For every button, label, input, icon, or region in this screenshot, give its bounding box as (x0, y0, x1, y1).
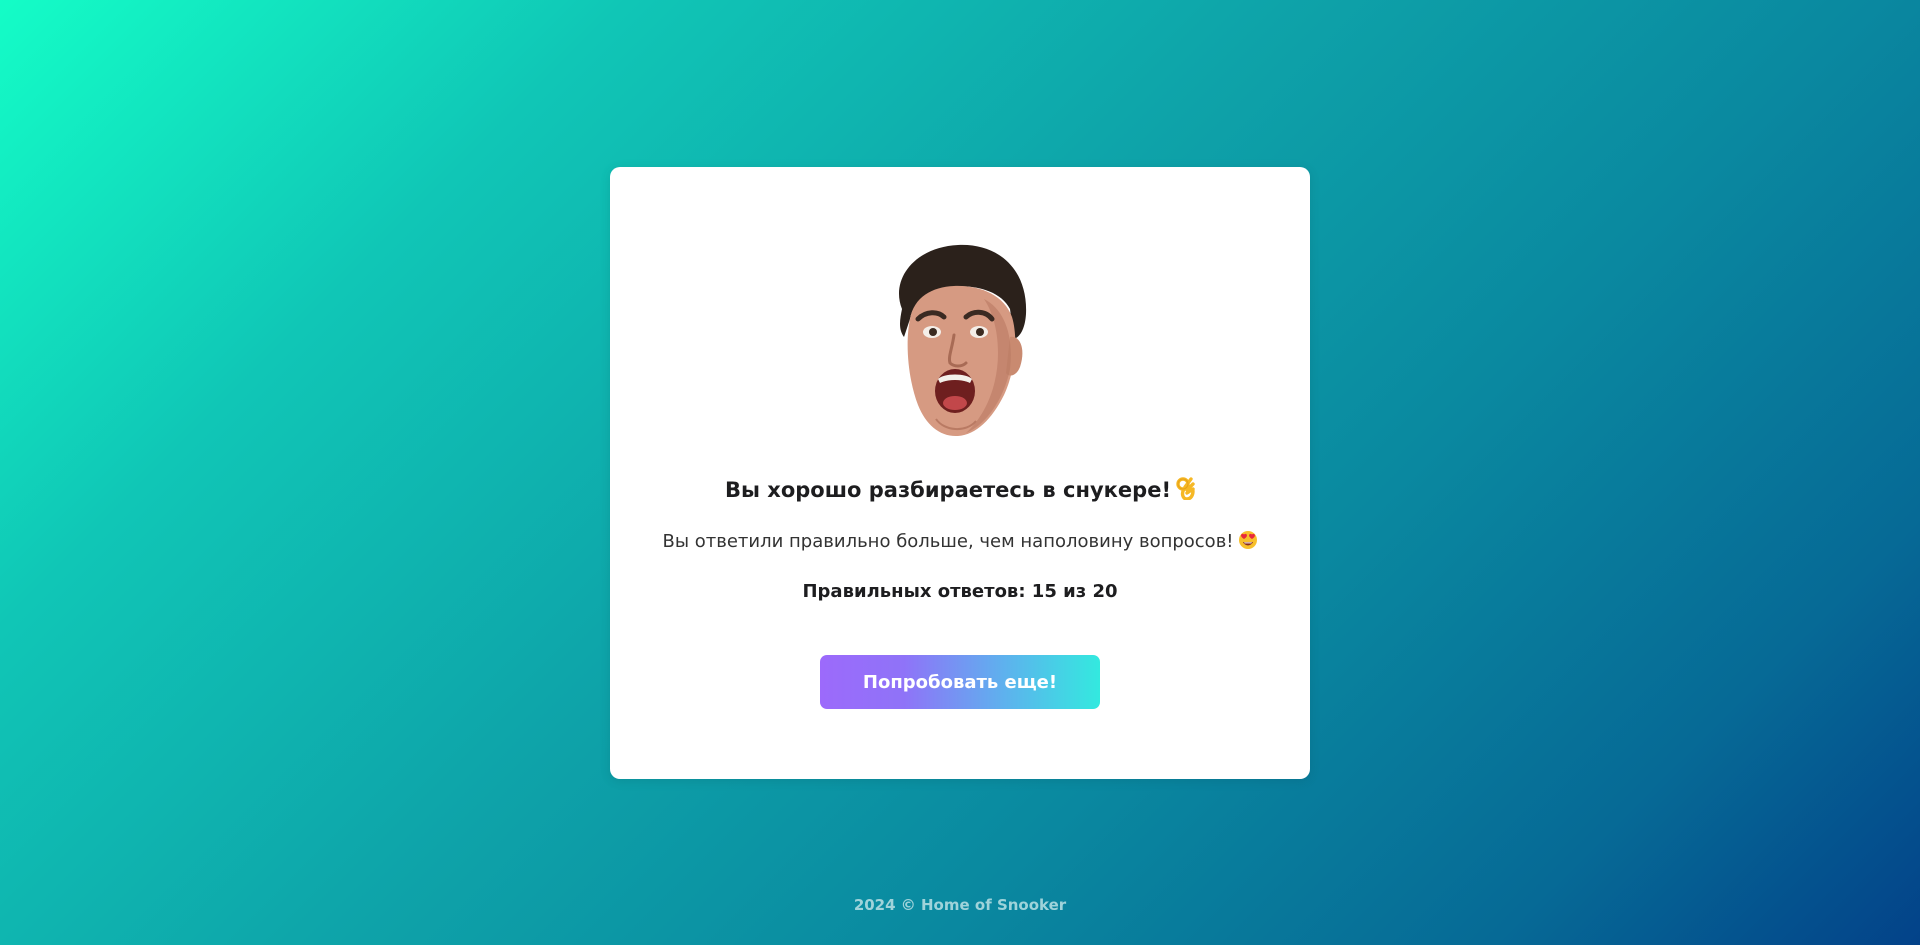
result-message: Вы ответили правильно больше, чем наполо… (610, 530, 1310, 557)
result-card: Вы хорошо разбираетесь в снукере! Вы отв… (610, 167, 1310, 779)
result-title-text: Вы хорошо разбираетесь в снукере! (724, 478, 1172, 502)
retry-button[interactable]: Попробовать еще! (820, 655, 1100, 709)
score-text: Правильных ответов: 15 из 20 (802, 581, 1118, 602)
heart-eyes-icon (1238, 530, 1258, 557)
result-title: Вы хорошо разбираетесь в снукере! (610, 475, 1310, 508)
footer-copyright: 2024 © Home of Snooker (853, 896, 1067, 914)
result-message-text: Вы ответили правильно больше, чем наполо… (662, 531, 1234, 552)
ok-hand-icon (1175, 476, 1195, 508)
player-face-image (898, 244, 1027, 437)
